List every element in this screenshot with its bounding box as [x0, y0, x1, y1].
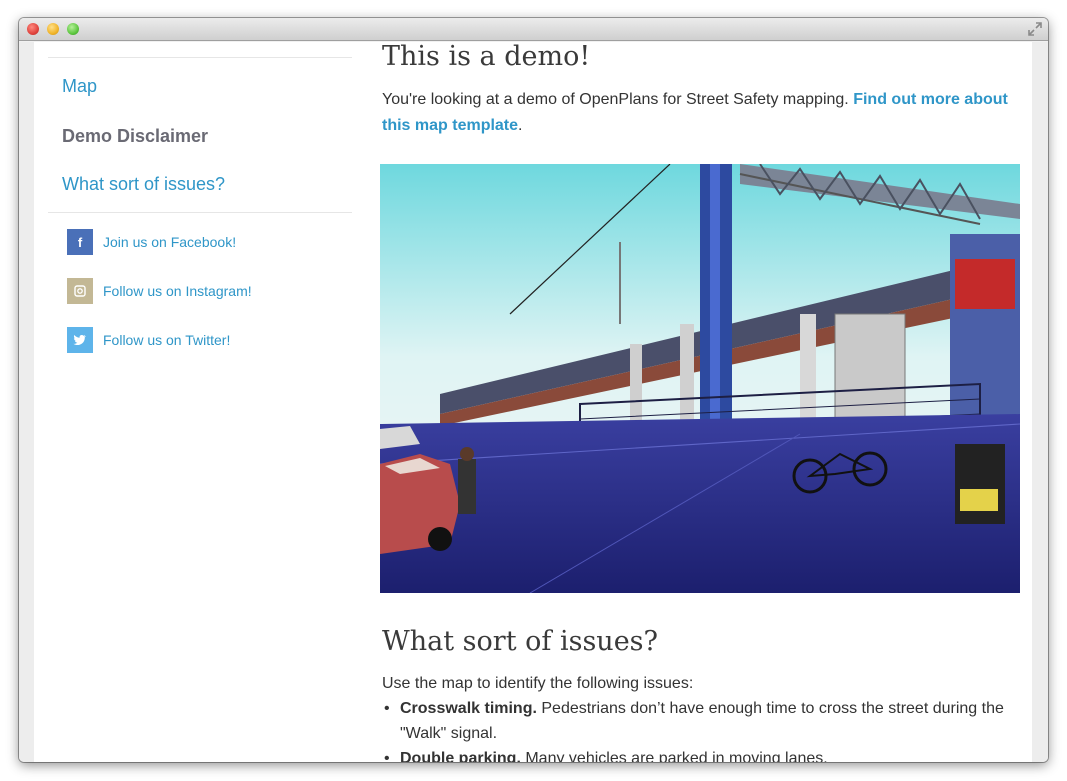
nav-link-issues[interactable]: What sort of issues?: [62, 174, 225, 195]
close-window-button[interactable]: [27, 23, 39, 35]
page-title: This is a demo!: [382, 42, 591, 72]
social-label[interactable]: Join us on Facebook!: [103, 234, 236, 250]
street-safety-photo: [380, 164, 1020, 593]
intro-text: You're looking at a demo of OpenPlans fo…: [382, 91, 854, 108]
fullscreen-icon[interactable]: [1028, 22, 1042, 36]
issues-list: Crosswalk timing. Pedestrians don’t have…: [382, 696, 1022, 762]
issue-text: Many vehicles are parked in moving lanes…: [520, 750, 828, 762]
facebook-icon[interactable]: f: [67, 229, 93, 255]
social-facebook[interactable]: f Join us on Facebook!: [67, 229, 236, 255]
sidebar: Map Demo Disclaimer What sort of issues?…: [48, 42, 352, 762]
minimize-window-button[interactable]: [47, 23, 59, 35]
zoom-window-button[interactable]: [67, 23, 79, 35]
intro-paragraph: You're looking at a demo of OpenPlans fo…: [382, 87, 1022, 139]
nav-link-demo-disclaimer[interactable]: Demo Disclaimer: [62, 126, 208, 147]
nav-link-map[interactable]: Map: [62, 76, 97, 97]
social-label[interactable]: Follow us on Instagram!: [103, 283, 252, 299]
divider: [48, 212, 352, 213]
issues-lead: Use the map to identify the following is…: [382, 675, 694, 692]
social-instagram[interactable]: Follow us on Instagram!: [67, 278, 252, 304]
list-item: Double parking. Many vehicles are parked…: [382, 746, 1022, 762]
issue-term: Double parking.: [400, 750, 521, 762]
divider: [48, 57, 352, 58]
issue-term: Crosswalk timing.: [400, 700, 537, 717]
page: Map Demo Disclaimer What sort of issues?…: [34, 42, 1032, 762]
instagram-icon[interactable]: [67, 278, 93, 304]
social-label[interactable]: Follow us on Twitter!: [103, 332, 230, 348]
list-item: Crosswalk timing. Pedestrians don’t have…: [382, 696, 1022, 746]
twitter-icon[interactable]: [67, 327, 93, 353]
browser-window: Map Demo Disclaimer What sort of issues?…: [19, 18, 1048, 762]
browser-viewport: Map Demo Disclaimer What sort of issues?…: [19, 42, 1048, 762]
intro-end: .: [518, 117, 523, 134]
issues-heading: What sort of issues?: [382, 626, 658, 657]
title-bar: [19, 18, 1048, 41]
social-twitter[interactable]: Follow us on Twitter!: [67, 327, 230, 353]
